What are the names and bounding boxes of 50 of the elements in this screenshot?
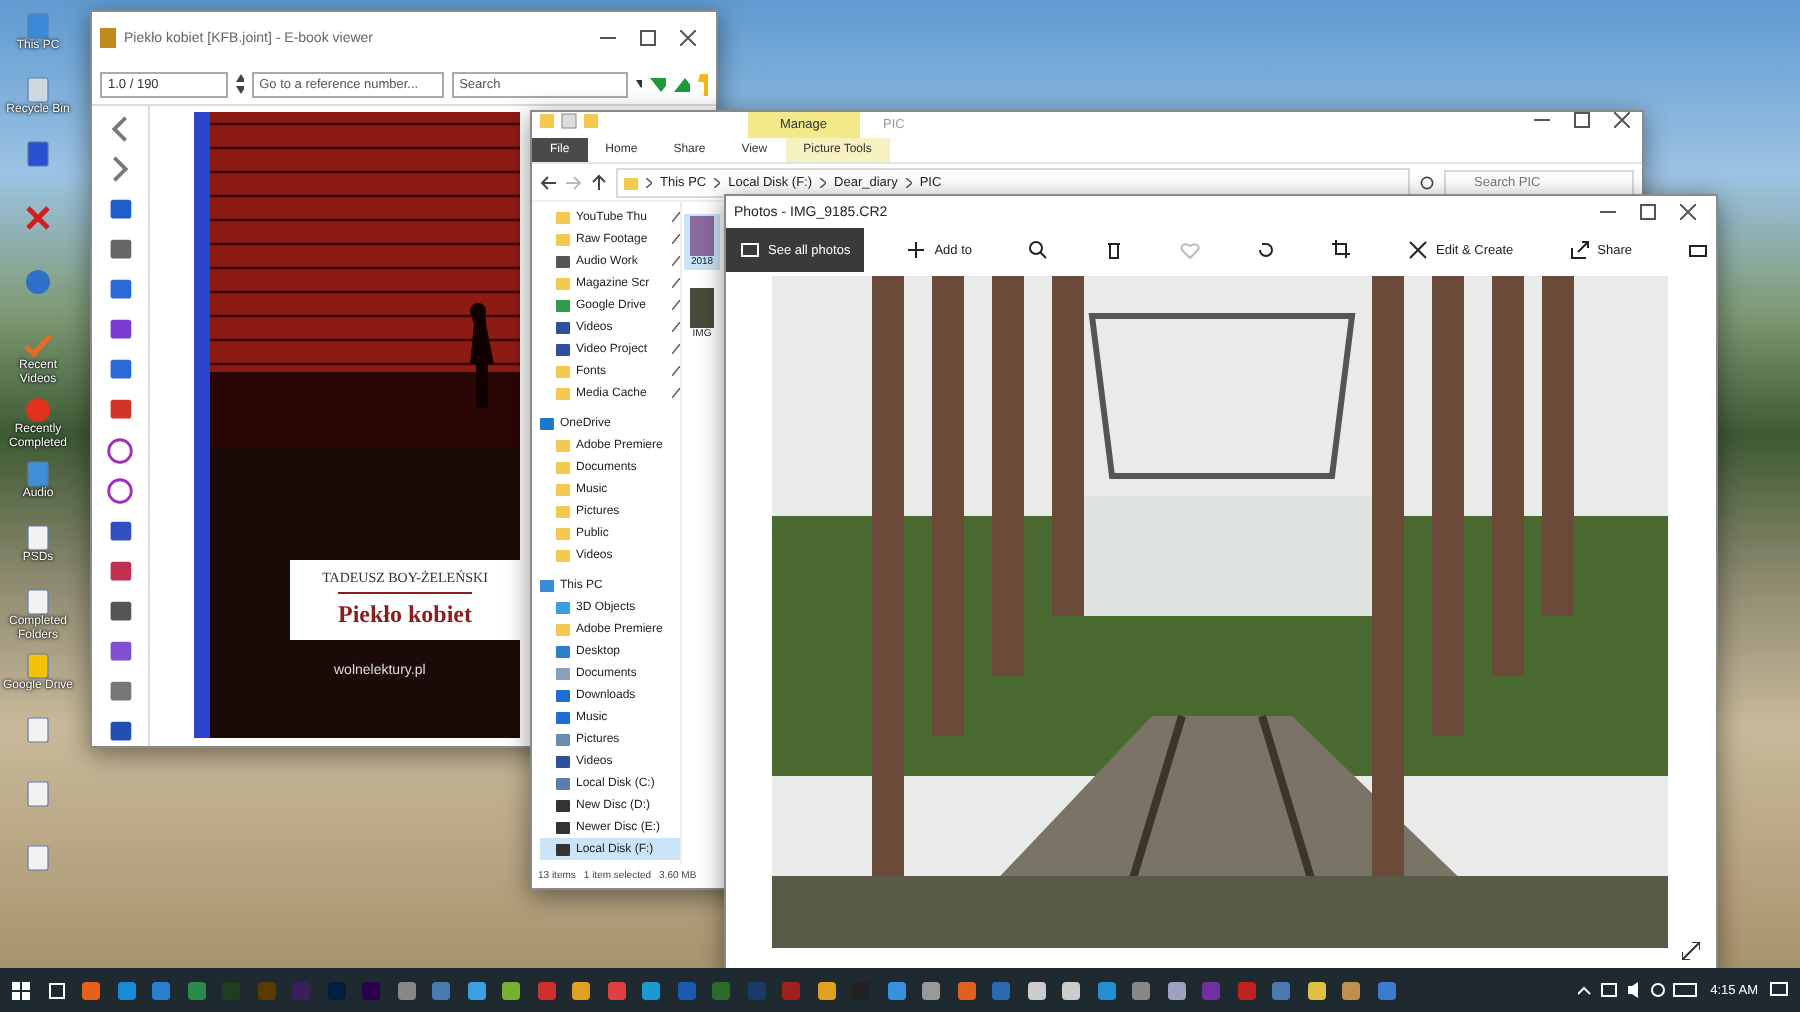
app-icon xyxy=(100,28,116,48)
task-view-icon[interactable] xyxy=(47,981,65,999)
folder-icon xyxy=(556,622,570,636)
back-arrow-icon[interactable] xyxy=(540,175,556,189)
desktop-shortcut-icon[interactable] xyxy=(24,844,52,872)
plus-icon xyxy=(906,240,927,260)
heart-icon xyxy=(1180,240,1200,260)
zoom-icon xyxy=(1028,240,1048,260)
close-button[interactable] xyxy=(1680,204,1696,220)
book-title: Piekło kobiet xyxy=(337,592,472,630)
folder-icon xyxy=(624,175,638,189)
expand-icon[interactable] xyxy=(1682,942,1700,960)
delete-icon xyxy=(1104,240,1124,260)
chevron-icon xyxy=(905,177,912,187)
refresh-icon[interactable] xyxy=(1420,175,1434,189)
thumbnail-icon xyxy=(690,288,714,328)
desktop-shortcut-icon[interactable] xyxy=(24,716,52,744)
desktop-shortcut-icon[interactable] xyxy=(24,588,52,616)
start-button-icon[interactable] xyxy=(12,981,30,999)
tray-icons-drawing[interactable] xyxy=(1578,982,1699,998)
close-button[interactable] xyxy=(1614,112,1630,128)
drive-icon xyxy=(556,254,570,268)
photos-icon xyxy=(740,240,760,260)
dropdown-icon[interactable] xyxy=(635,80,643,88)
crop-icon xyxy=(1332,240,1352,260)
drive-icon xyxy=(540,416,554,430)
desktop-shortcut-icon[interactable] xyxy=(24,204,52,232)
toolbar-tool-icon[interactable] xyxy=(106,475,134,506)
folder-icon xyxy=(556,386,570,400)
chevron-icon xyxy=(820,177,827,187)
chevron-icon xyxy=(714,177,721,187)
desktop-shortcut-icon[interactable] xyxy=(24,780,52,808)
up-arrow-icon[interactable] xyxy=(592,174,606,190)
previous-match-icon[interactable] xyxy=(674,77,690,91)
chevron-icon xyxy=(646,177,652,187)
close-button[interactable] xyxy=(680,30,696,46)
maximize-button[interactable] xyxy=(640,30,656,46)
notification-icon[interactable] xyxy=(1770,981,1788,999)
maximize-button[interactable] xyxy=(1574,112,1590,128)
spinner-icon[interactable] xyxy=(236,74,244,94)
folder-icon xyxy=(556,276,570,290)
rotate-icon xyxy=(1256,240,1276,260)
next-match-icon[interactable] xyxy=(650,77,667,91)
maximize-button[interactable] xyxy=(1640,204,1656,220)
thumbnail-icon xyxy=(690,216,714,256)
printer-icon xyxy=(1688,240,1709,260)
share-icon xyxy=(1569,240,1590,260)
toolbar-tool-icon[interactable] xyxy=(106,435,134,466)
desktop-shortcut-icon[interactable] xyxy=(24,140,52,168)
desktop-shortcut-icon[interactable] xyxy=(24,524,52,552)
